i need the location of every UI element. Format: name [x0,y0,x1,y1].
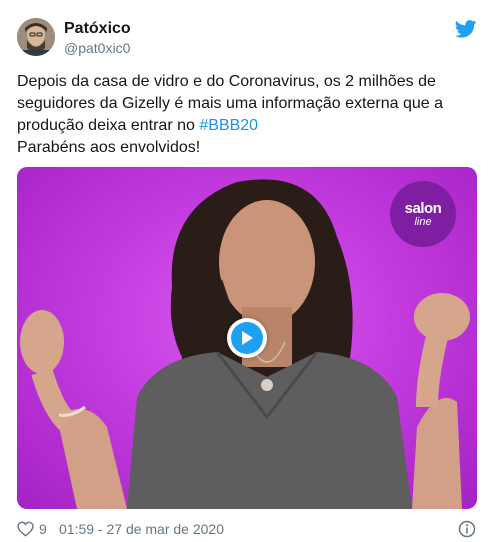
timestamp[interactable]: 01:59 - 27 de mar de 2020 [59,519,224,539]
logo-text-2: line [414,215,432,228]
tweet-paragraph: Depois da casa de vidro e do Coronavirus… [17,71,477,137]
like-count: 9 [39,521,47,537]
author-name[interactable]: Patóxico [64,20,131,38]
twitter-bird-icon[interactable] [455,20,477,38]
salon-line-logo: salon line [390,181,456,247]
logo-text-1: salon [404,199,442,217]
play-icon [242,331,253,345]
info-icon[interactable] [458,520,476,538]
avatar-image [17,18,55,56]
heart-icon[interactable] [17,521,34,537]
play-circle [231,322,263,354]
tweet-text: Depois da casa de vidro e do Coronavirus… [17,71,477,159]
tweet-card: Patóxico @pat0xic0 Depois da casa de vid… [0,0,489,542]
tweet-line-2: Parabéns aos envolvidos! [17,139,201,156]
tweet-footer: 9 01:59 - 27 de mar de 2020 [17,519,477,539]
author-handle[interactable]: @pat0xic0 [64,40,130,56]
play-button[interactable] [227,318,267,358]
video-media[interactable]: salon line [17,167,477,509]
avatar[interactable] [17,18,55,56]
hashtag-link[interactable]: #BBB20 [199,117,258,134]
